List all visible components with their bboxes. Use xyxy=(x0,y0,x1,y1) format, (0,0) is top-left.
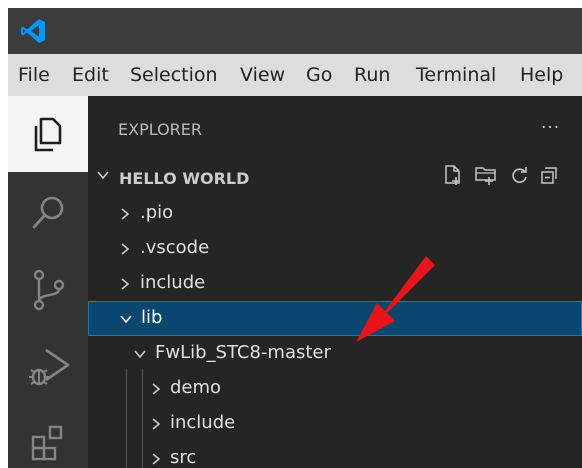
more-actions-button[interactable]: ··· xyxy=(541,118,560,138)
menu-help[interactable]: Help xyxy=(520,54,563,96)
menu-edit[interactable]: Edit xyxy=(72,54,109,96)
refresh-icon[interactable] xyxy=(510,164,530,186)
tree-item-src[interactable]: src xyxy=(88,441,582,468)
explorer-sidebar: EXPLORER ··· HELLO WORLD .pio .vscode in… xyxy=(88,96,582,468)
chevron-right-icon xyxy=(121,278,130,290)
vscode-logo-icon xyxy=(21,19,45,43)
activity-explorer[interactable] xyxy=(8,96,88,172)
chevron-right-icon xyxy=(152,383,161,395)
chevron-right-icon xyxy=(152,453,161,465)
chevron-right-icon xyxy=(121,243,130,255)
title-bar xyxy=(8,8,582,54)
new-folder-icon[interactable] xyxy=(474,164,498,186)
tree-item-demo[interactable]: demo xyxy=(88,371,582,406)
chevron-down-icon xyxy=(134,350,146,359)
extensions-icon[interactable] xyxy=(30,424,70,464)
workspace-section-header[interactable]: HELLO WORLD xyxy=(88,160,582,194)
workspace-name: HELLO WORLD xyxy=(119,169,250,188)
menu-view[interactable]: View xyxy=(240,54,285,96)
menu-terminal[interactable]: Terminal xyxy=(416,54,496,96)
tree-item-label: .pio xyxy=(140,202,174,223)
chevron-right-icon xyxy=(121,208,130,220)
collapse-all-icon[interactable] xyxy=(540,164,560,186)
menu-go[interactable]: Go xyxy=(306,54,332,96)
tree-item-label: src xyxy=(170,447,197,468)
new-file-icon[interactable] xyxy=(443,164,463,186)
tree-item-label: lib xyxy=(141,307,163,328)
vscode-window: File Edit Selection View Go Run Terminal… xyxy=(8,8,582,468)
chevron-down-icon xyxy=(97,171,109,180)
tree-item-include[interactable]: include xyxy=(88,266,582,301)
source-control-icon[interactable] xyxy=(30,268,68,312)
chevron-down-icon xyxy=(120,315,132,324)
tree-item-vscode[interactable]: .vscode xyxy=(88,231,582,266)
activity-bar xyxy=(8,96,88,468)
menu-run[interactable]: Run xyxy=(354,54,390,96)
tree-item-lib[interactable]: lib xyxy=(88,301,582,336)
tree-item-include-nested[interactable]: include xyxy=(88,406,582,441)
tree-item-pio[interactable]: .pio xyxy=(88,196,582,231)
menu-bar: File Edit Selection View Go Run Terminal… xyxy=(8,54,582,96)
annotation-arrow xyxy=(356,256,435,342)
search-icon[interactable] xyxy=(30,194,68,232)
tree-item-label: FwLib_STC8-master xyxy=(155,342,331,363)
sidebar-title: EXPLORER xyxy=(118,120,202,139)
run-debug-icon[interactable] xyxy=(26,344,72,390)
tree-item-label: .vscode xyxy=(140,237,210,258)
chevron-right-icon xyxy=(152,418,161,430)
explorer-icon xyxy=(34,117,62,152)
tree-item-label: include xyxy=(140,272,206,293)
menu-selection[interactable]: Selection xyxy=(130,54,218,96)
tree-item-label: include xyxy=(170,412,236,433)
menu-file[interactable]: File xyxy=(18,54,50,96)
tree-item-fwlib-stc8-master[interactable]: FwLib_STC8-master xyxy=(88,336,582,371)
tree-item-label: demo xyxy=(170,377,222,398)
